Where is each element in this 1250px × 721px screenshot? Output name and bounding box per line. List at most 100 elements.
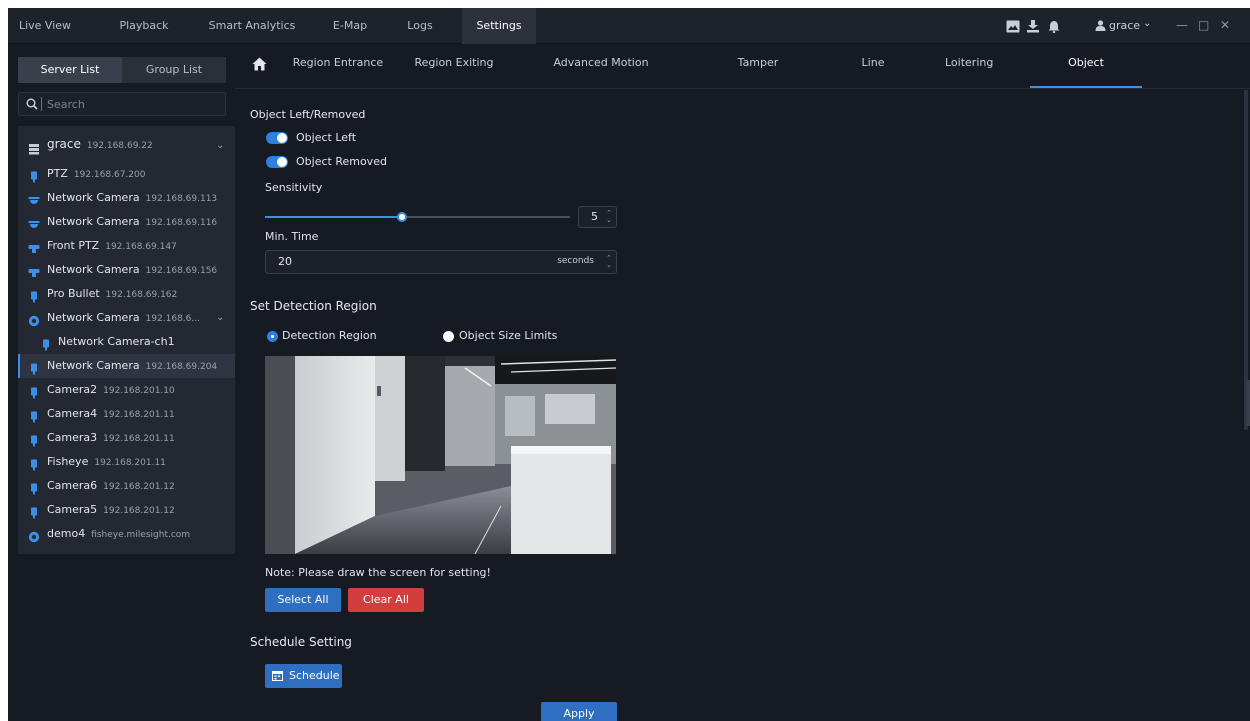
tab-object-left-removed[interactable]: Object Left/Removed (1030, 44, 1142, 107)
tree-device-item[interactable]: Camera5 192.168.201.12 (18, 498, 236, 522)
device-ip: 192.168.201.11 (103, 434, 175, 444)
sensitivity-thumb[interactable] (397, 212, 408, 222)
device-ip: 192.168.69.162 (105, 290, 178, 300)
minimize-button[interactable]: — (1176, 18, 1188, 32)
nav-tab-smart-analytics[interactable]: Smart Analytics (204, 8, 300, 44)
tab-line-crossing[interactable]: Line Crossing (837, 44, 909, 107)
tree-device-item[interactable]: Camera6 192.168.201.12 (18, 474, 236, 498)
nav-tab-e-map[interactable]: E-Map (324, 8, 376, 44)
close-button[interactable]: ✕ (1220, 18, 1230, 32)
tree-device-item[interactable]: Network Camera 192.168.6... ⌄ (18, 306, 236, 330)
device-ip: 192.168.67.200 (73, 170, 146, 180)
device-ip: 192.168.69.116 (145, 218, 218, 228)
sensitivity-stepper[interactable]: 5 ⌃ ⌄ (578, 206, 617, 228)
tree-device-item[interactable]: Network Camera 192.168.69.116 (18, 210, 236, 234)
user-name: grace (1109, 19, 1141, 32)
device-name: Front PTZ (47, 239, 100, 252)
device-label: Fisheye 192.168.201.11 (47, 450, 166, 474)
nav-tab-logs[interactable]: Logs (400, 8, 440, 44)
server-name: grace 192.168.69.22 (47, 137, 153, 151)
search-divider (41, 97, 42, 111)
min-time-value: 20 (278, 255, 292, 268)
chevron-down-icon[interactable]: ⌄ (216, 306, 224, 330)
tree-device-item[interactable]: Camera2 192.168.201.10 (18, 378, 236, 402)
nav-tab-playback[interactable]: Playback (116, 8, 172, 44)
device-ip: 192.168.201.12 (103, 506, 175, 516)
maximize-button[interactable]: □ (1198, 18, 1209, 32)
tree-device-item[interactable]: Pro Bullet 192.168.69.162 (18, 282, 236, 306)
stepper-arrows-icon[interactable]: ⌃ ⌄ (606, 210, 612, 224)
clear-all-button[interactable]: Clear All (348, 588, 424, 612)
tab-advanced-motion-detection[interactable]: Advanced Motion Detection (527, 44, 675, 107)
device-ip: 192.168.69.204 (145, 362, 218, 372)
device-label: Camera4 192.168.201.11 (47, 402, 175, 426)
scrollbar-thumb[interactable] (1244, 90, 1248, 430)
min-time-field[interactable]: 20 seconds ⌃ ⌄ (265, 250, 617, 274)
tree-server-grace[interactable]: grace 192.168.69.22 ⌄ (18, 130, 236, 158)
device-name: demo4 (47, 527, 86, 540)
device-ip: 192.168.69.113 (145, 194, 218, 204)
device-ip: 192.168.201.11 (94, 458, 166, 468)
server-icon (28, 138, 40, 155)
region-title: Set Detection Region (250, 299, 377, 313)
tree-device-item[interactable]: Camera4 192.168.201.11 (18, 402, 236, 426)
device-ip: 192.168.201.10 (103, 386, 175, 396)
device-name: Network Camera (47, 311, 140, 324)
tree-device-item[interactable]: Network Camera 192.168.69.204 (18, 354, 236, 378)
tab-server-list[interactable]: Server List (18, 57, 122, 83)
tree-device-item[interactable]: Front PTZ 192.168.69.147 (18, 234, 236, 258)
bullet-camera-icon (28, 480, 40, 495)
bullet-camera-icon (28, 408, 40, 423)
tab-group-list[interactable]: Group List (122, 57, 226, 83)
calendar-icon (272, 671, 283, 681)
tree-device-item[interactable]: Network Camera 192.168.69.156 (18, 258, 236, 282)
panel-expand-handle[interactable] (1246, 380, 1250, 426)
device-name: Network Camera (47, 263, 140, 276)
min-time-unit: seconds (557, 256, 594, 266)
chevron-down-icon[interactable]: ⌄ (216, 132, 224, 158)
detection-region-label: Detection Region (282, 329, 377, 342)
tree-device-item[interactable]: Network Camera-ch1 (18, 330, 236, 354)
tab-tamper-detection[interactable]: Tamper Detection (711, 44, 805, 107)
detection-region-radio[interactable] (267, 331, 278, 342)
snapshot-icon[interactable] (1006, 20, 1020, 33)
apply-button[interactable]: Apply (541, 702, 617, 721)
object-removed-toggle[interactable] (266, 156, 288, 168)
chevron-down-icon: ⌄ (1143, 18, 1152, 29)
bullet-camera-icon (28, 360, 40, 375)
object-left-toggle[interactable] (266, 132, 288, 144)
bullet-camera-icon (28, 168, 40, 183)
object-size-limits-radio[interactable] (443, 331, 454, 342)
tree-device-item[interactable]: demo4 fisheye.milesight.com (18, 522, 236, 546)
schedule-button[interactable]: Schedule (265, 664, 342, 688)
tab-region-exiting[interactable]: Region Exiting (413, 44, 495, 89)
ptz-camera-icon (28, 264, 40, 277)
device-label: demo4 fisheye.milesight.com (47, 522, 190, 546)
nav-tab-settings[interactable]: Settings (462, 8, 536, 44)
device-name: Fisheye (47, 455, 89, 468)
ptz-camera-icon (28, 240, 40, 253)
tab-region-entrance[interactable]: Region Entrance (291, 44, 385, 89)
bullet-camera-icon (28, 432, 40, 447)
object-removed-label: Object Removed (296, 155, 387, 168)
device-label: Network Camera 192.168.69.204 (47, 354, 217, 378)
home-icon[interactable] (252, 57, 267, 71)
search-input[interactable] (47, 95, 222, 113)
device-name: Camera2 (47, 383, 98, 396)
device-label: Network Camera-ch1 (58, 330, 175, 354)
camera-preview[interactable] (265, 356, 616, 554)
tree-device-item[interactable]: Fisheye 192.168.201.11 (18, 450, 236, 474)
stepper-arrows-icon[interactable]: ⌃ ⌄ (606, 255, 612, 269)
device-label: Camera6 192.168.201.12 (47, 474, 175, 498)
notification-icon[interactable] (1047, 20, 1061, 33)
sensitivity-slider[interactable] (265, 212, 570, 222)
download-icon[interactable] (1026, 20, 1040, 33)
device-label: Pro Bullet 192.168.69.162 (47, 282, 177, 306)
tree-device-item[interactable]: PTZ 192.168.67.200 (18, 162, 236, 186)
tree-device-item[interactable]: Camera3 192.168.201.11 (18, 426, 236, 450)
nav-tab-live-view[interactable]: Live View (8, 8, 82, 44)
select-all-button[interactable]: Select All (265, 588, 341, 612)
device-label: Camera2 192.168.201.10 (47, 378, 175, 402)
tree-device-item[interactable]: Network Camera 192.168.69.113 (18, 186, 236, 210)
tab-loitering[interactable]: Loitering (945, 44, 993, 89)
